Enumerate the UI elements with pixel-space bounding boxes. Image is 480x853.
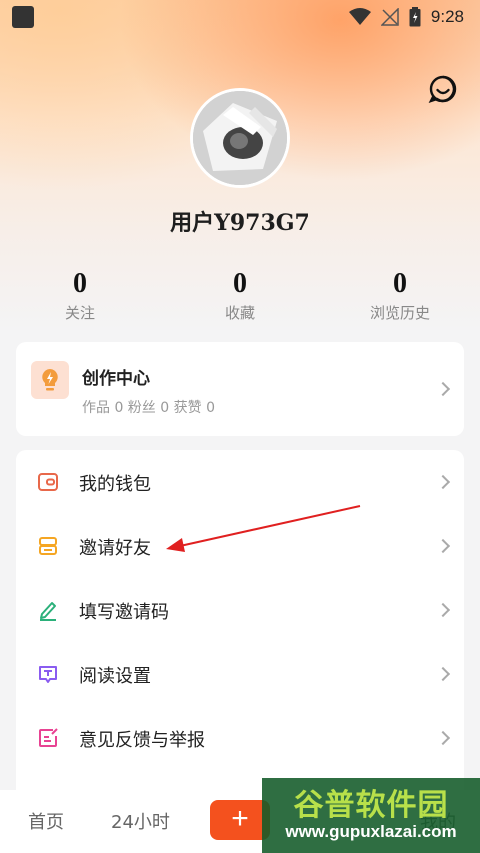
chevron-right-icon [435, 602, 451, 618]
menu-label: 我的钱包 [79, 474, 151, 495]
menu-item-wallet[interactable]: 我的钱包 [16, 450, 464, 514]
menu-label: 填写邀请码 [79, 602, 169, 623]
watermark-url: www.gupuxlazai.com [285, 822, 457, 841]
stat-value: 0 [233, 268, 247, 299]
menu-card: 我的钱包 邀请好友 填写邀请码 阅读设置 意见反馈与举报 [16, 450, 464, 810]
avatar[interactable] [190, 88, 290, 188]
creator-center-card[interactable]: 创作中心 作品 0 粉丝 0 获赞 0 [16, 342, 464, 436]
stat-following[interactable]: 0 关注 [20, 268, 140, 323]
feedback-icon [39, 728, 58, 747]
username[interactable]: 用户Y973G7 [0, 205, 480, 237]
avatar-image [193, 91, 287, 185]
chevron-right-icon [435, 381, 451, 397]
menu-item-feedback-report[interactable]: 意见反馈与举报 [16, 706, 464, 770]
add-button[interactable]: + [210, 800, 270, 840]
menu-label: 邀请好友 [79, 538, 151, 559]
pencil-icon [40, 602, 56, 621]
stat-label: 关注 [64, 304, 95, 322]
stat-value: 0 [73, 268, 87, 299]
reading-settings-icon [39, 666, 57, 683]
wifi-icon [348, 8, 371, 25]
status-time: 9:28 [430, 7, 464, 26]
nav-home[interactable]: 首页 [28, 808, 64, 834]
wallet-icon [38, 473, 58, 491]
menu-item-reading-settings[interactable]: 阅读设置 [16, 642, 464, 706]
stat-history[interactable]: 0 浏览历史 [340, 268, 460, 323]
notification-icon [12, 6, 34, 28]
lightbulb-icon [42, 369, 58, 391]
menu-item-invite-friends[interactable]: 邀请好友 [16, 514, 464, 578]
chevron-right-icon [435, 730, 451, 746]
chevron-right-icon [435, 666, 451, 682]
status-bar: 9:28 [0, 0, 480, 34]
no-signal-icon [380, 8, 399, 26]
creator-icon-box [31, 361, 69, 399]
menu-item-enter-invite-code[interactable]: 填写邀请码 [16, 578, 464, 642]
menu-label: 阅读设置 [79, 666, 151, 687]
creator-center-stats: 作品 0 粉丝 0 获赞 0 [82, 400, 215, 416]
smile-icon [428, 75, 457, 104]
stat-label: 收藏 [224, 304, 255, 322]
watermark: 谷普软件园 www.gupuxlazai.com [262, 778, 480, 853]
stat-label: 浏览历史 [369, 304, 430, 322]
profile-stats: 0 关注 0 收藏 0 浏览历史 [0, 268, 480, 328]
stat-favorites[interactable]: 0 收藏 [180, 268, 300, 323]
chevron-right-icon [435, 538, 451, 554]
stat-value: 0 [393, 268, 407, 299]
watermark-title: 谷普软件园 [293, 788, 449, 823]
creator-center-title: 创作中心 [82, 369, 150, 389]
customer-service-button[interactable] [428, 74, 458, 104]
battery-icon [409, 7, 421, 27]
chevron-right-icon [435, 474, 451, 490]
nav-24-hours[interactable]: 24小时 [111, 808, 170, 834]
menu-label: 意见反馈与举报 [79, 730, 205, 751]
invite-icon [39, 537, 57, 555]
